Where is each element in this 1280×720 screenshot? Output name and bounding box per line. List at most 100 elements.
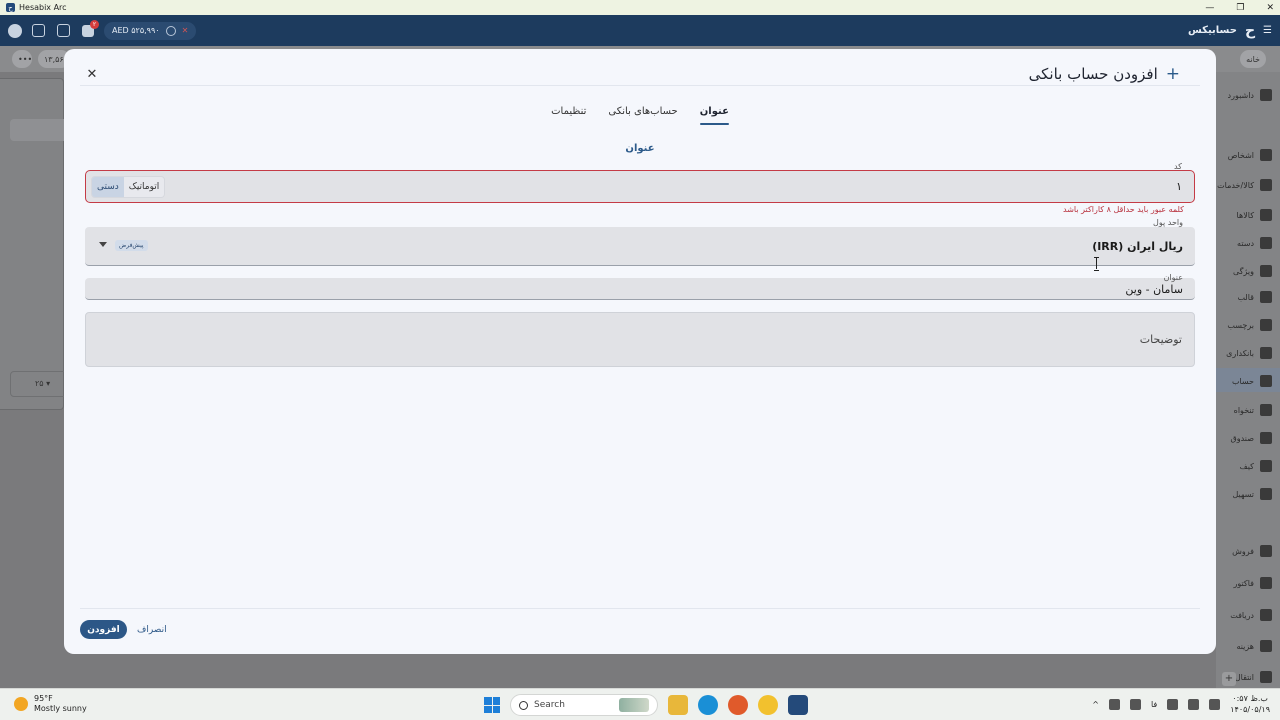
chevron-down-icon[interactable] [99, 242, 107, 247]
qr-icon [1260, 319, 1272, 331]
code-field[interactable]: کد ۱ دستی اتوماتیک [85, 162, 1195, 203]
wifi-icon[interactable] [1167, 698, 1179, 710]
hesabix-taskbar-icon[interactable] [788, 695, 808, 715]
background-pager: ۲۵ ▾ [10, 371, 70, 397]
store-icon[interactable] [57, 24, 70, 37]
cart-icon [1260, 209, 1272, 221]
send-icon[interactable] [1129, 698, 1141, 710]
window-controls: — ❐ ✕ [1205, 3, 1274, 13]
calculator-icon[interactable] [32, 24, 45, 37]
background-sidebar-label: فاکتور [1233, 578, 1254, 588]
weather-widget[interactable]: 95°F Mostly sunny [14, 694, 87, 714]
volume-icon[interactable] [1188, 698, 1200, 710]
search-highlight-image [619, 698, 649, 712]
currency-value: ریال ایران (IRR) [1092, 240, 1183, 253]
tab-bank-accounts[interactable]: حساب‌های بانکی [608, 104, 677, 125]
app-header: ۲ AED ۵۲۵,۹۹۰ ✕ حسابیکس ح ☰ [0, 15, 1280, 46]
background-sidebar-label: قالب [1237, 292, 1254, 302]
background-sidebar-item: داشبورد [1212, 88, 1272, 102]
background-sidebar-item: حساب [1212, 374, 1272, 388]
currency-select[interactable]: واحد پول ریال ایران (IRR) پیش‌فرض [85, 218, 1195, 266]
background-sidebar-label: تسهیل [1232, 489, 1254, 499]
add-button[interactable]: افزودن [80, 620, 127, 639]
expense-icon [1260, 640, 1272, 652]
template-icon [1260, 291, 1272, 303]
language-indicator[interactable]: فا [1151, 700, 1157, 709]
os-taskbar: 95°F Mostly sunny Search ^ فا ۰:۵۷ ب.ظ ۱… [0, 688, 1280, 720]
dialog-header: ✕ افزودن حساب بانکی + [80, 62, 1200, 86]
windows-start-icon[interactable] [484, 697, 500, 713]
background-sidebar-label: کیف [1239, 461, 1254, 471]
section-title: عنوان [625, 143, 655, 154]
description-textarea[interactable]: توضیحات [85, 312, 1195, 367]
minimize-button[interactable]: — [1205, 3, 1214, 13]
clock-time: ۰:۵۷ ب.ظ [1232, 694, 1268, 703]
mode-manual-button[interactable]: دستی [92, 177, 124, 197]
taskbar-search[interactable]: Search [510, 694, 658, 716]
wallet-close-icon[interactable]: ✕ [182, 26, 189, 35]
mode-auto-button[interactable]: اتوماتیک [123, 177, 165, 197]
search-icon [519, 700, 528, 710]
background-sidebar-label: کالا/خدمات [1217, 180, 1254, 190]
window-title: Hesabix Arc [19, 3, 67, 12]
background-sidebar-label: حساب [1231, 376, 1254, 386]
background-sidebar-label: بانکداری [1226, 348, 1254, 358]
title-value: سامان - وین [1125, 283, 1183, 296]
add-bank-account-dialog: ✕ افزودن حساب بانکی + عنوان حساب‌های بان… [64, 49, 1216, 654]
app-icon[interactable] [758, 695, 778, 715]
currency-label: واحد پول [1153, 218, 1183, 227]
battery-icon[interactable] [1209, 698, 1221, 710]
background-sidebar-item: صندوق [1212, 431, 1272, 445]
background-sidebar-item: هزینه [1212, 639, 1272, 653]
wallet-amount: AED ۵۲۵,۹۹۰ [112, 26, 160, 35]
background-sidebar-label: فروش [1232, 546, 1254, 556]
user-avatar-icon[interactable] [8, 23, 22, 38]
background-sidebar-item: دسته [1212, 236, 1272, 250]
brand: حسابیکس ح ☰ [1188, 23, 1272, 39]
cloud-icon[interactable] [1108, 698, 1120, 710]
background-sidebar-item: قالب [1212, 290, 1272, 304]
invoice-icon [1260, 577, 1272, 589]
dialog-title-text: افزودن حساب بانکی [1028, 65, 1158, 83]
title-input[interactable]: عنوان سامان - وین [85, 273, 1195, 300]
background-sidebar-item: انتقال [1212, 670, 1272, 684]
tab-settings[interactable]: تنظیمات [551, 104, 586, 125]
plus-icon: + [1165, 64, 1180, 84]
app-icon[interactable] [728, 695, 748, 715]
wallet-balance[interactable]: AED ۵۲۵,۹۹۰ ✕ [104, 21, 197, 40]
maximize-button[interactable]: ❐ [1236, 3, 1244, 13]
menu-toggle-icon[interactable]: ☰ [1263, 25, 1272, 36]
background-sidebar-item: تسهیل [1212, 487, 1272, 501]
safe-icon [1260, 432, 1272, 444]
cash-icon [1260, 404, 1272, 416]
text-cursor-icon [1094, 257, 1100, 271]
weather-temp: 95°F [34, 694, 53, 703]
background-home-chip: خانه [1240, 50, 1266, 68]
file-explorer-icon[interactable] [668, 695, 688, 715]
title-label: عنوان [1163, 273, 1183, 282]
receive-icon [1260, 609, 1272, 621]
edge-browser-icon[interactable] [698, 695, 718, 715]
code-mode-toggle: دستی اتوماتیک [91, 176, 166, 198]
background-sidebar-label: اشخاص [1227, 150, 1254, 160]
background-sidebar-item: اشخاص [1212, 148, 1272, 162]
background-panel: ۲۵ ▾ [0, 78, 70, 410]
close-dialog-button[interactable]: ✕ [80, 62, 104, 86]
close-window-button[interactable]: ✕ [1266, 3, 1274, 13]
background-sidebar-item: دریافت [1212, 608, 1272, 622]
chevron-up-icon[interactable]: ^ [1092, 700, 1099, 709]
background-sidebar-item: فروش [1212, 544, 1272, 558]
bank-icon [1260, 347, 1272, 359]
box-icon [1260, 179, 1272, 191]
default-badge: پیش‌فرض [115, 240, 148, 251]
background-more-icon: ••• [12, 50, 32, 68]
clock[interactable]: ۰:۵۷ ب.ظ ۱۴۰۵/۰۵/۱۹ [1230, 693, 1270, 715]
background-row [10, 119, 70, 141]
description-placeholder: توضیحات [1139, 333, 1182, 346]
tab-title[interactable]: عنوان [699, 104, 730, 125]
cancel-button[interactable]: انصراف [137, 620, 167, 639]
background-sidebar-label: داشبورد [1227, 90, 1254, 100]
background-sidebar-label: هزینه [1236, 641, 1254, 651]
notifications-icon[interactable]: ۲ [82, 19, 99, 37]
notification-badge: ۲ [90, 19, 99, 29]
